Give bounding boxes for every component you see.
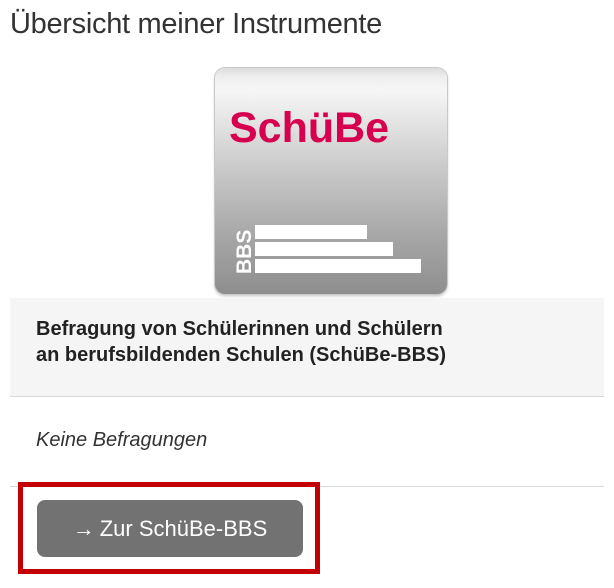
logo-bar-3 [255,259,421,273]
instrument-title-box: Befragung von Schülerinnen und Schülern … [10,298,604,397]
button-label: Zur SchüBe-BBS [99,515,268,541]
open-schuebe-bbs-button[interactable]: → Zur SchüBe-BBS [37,500,303,557]
logo-bar-2 [255,242,393,256]
logo-bar-1 [255,225,367,239]
instrument-title-line-2: an berufsbildenden Schulen (SchüBe-BBS) [36,344,447,366]
instrument-title: Befragung von Schülerinnen und Schülern … [36,316,596,368]
survey-status: Keine Befragungen [36,429,208,451]
logo-wordmark: SchüBe [229,104,389,152]
schuebe-logo: SchüBe BBS [215,68,447,294]
instrument-card: SchüBe BBS Befragung von Schülerinnen un… [10,62,604,588]
page-title: Übersicht meiner Instrumente [10,8,382,40]
instrument-title-line-1: Befragung von Schülerinnen und Schülern [36,318,443,340]
logo-side-text: BBS [233,230,256,274]
arrow-right-icon: → [72,515,95,541]
schuebe-logo-graphic: SchüBe BBS [229,104,421,274]
